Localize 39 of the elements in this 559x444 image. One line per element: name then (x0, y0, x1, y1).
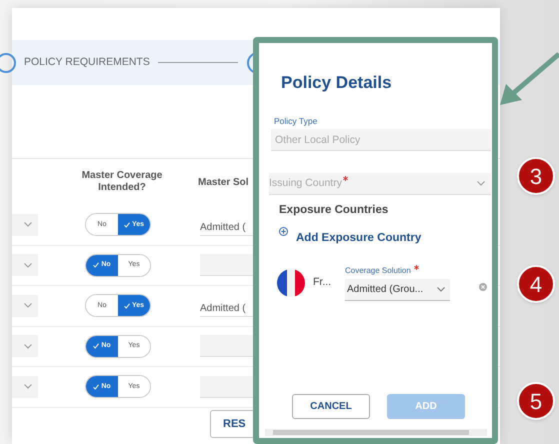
chevron-down-icon (24, 384, 32, 390)
chevron-down-icon (437, 287, 445, 292)
dropdown-field[interactable] (12, 294, 38, 317)
check-icon (124, 222, 130, 228)
dropdown-field[interactable] (12, 376, 38, 398)
check-icon (93, 343, 100, 350)
master-solution-field[interactable] (200, 376, 256, 398)
chevron-down-icon (24, 303, 32, 308)
master-solution-field[interactable] (200, 335, 256, 358)
dropdown-field[interactable] (12, 335, 38, 358)
scroll-thumb[interactable] (273, 430, 469, 435)
flag-icon (277, 269, 305, 297)
cancel-button[interactable]: CANCEL (292, 394, 370, 419)
chevron-down-icon (24, 222, 32, 228)
chevron-down-icon (24, 262, 32, 268)
issuing-country-placeholder: Issuing Country (269, 176, 348, 192)
country-name: Fr... (313, 275, 332, 290)
dropdown-field[interactable] (12, 254, 38, 276)
dropdown-field[interactable] (12, 214, 38, 236)
pointer-arrow (500, 50, 559, 108)
check-icon (124, 302, 130, 309)
chevron-down-icon (477, 181, 485, 186)
step-label: POLICY REQUIREMENTS (24, 54, 150, 70)
check-icon (93, 262, 100, 268)
master-solution-field[interactable] (200, 254, 256, 276)
add-country-link[interactable]: Add Exposure Country (296, 230, 422, 248)
column-header: Master Coverage Intended? (80, 170, 164, 194)
section-heading: Exposure Countries (279, 203, 388, 218)
remove-icon[interactable] (479, 283, 487, 291)
column-header: Master Sol (198, 176, 249, 190)
check-icon (93, 384, 100, 390)
chevron-down-icon (24, 344, 32, 349)
dialog-title: Policy Details (281, 72, 392, 94)
field-label: Policy Type (274, 116, 318, 126)
horizontal-scrollbar[interactable] (265, 429, 487, 436)
field-label: Coverage Solution (345, 265, 411, 277)
coverage-select[interactable]: Admitted (Grou... (345, 279, 450, 301)
add-circle-icon (279, 227, 288, 236)
policy-type-field: Other Local Policy (271, 129, 491, 151)
